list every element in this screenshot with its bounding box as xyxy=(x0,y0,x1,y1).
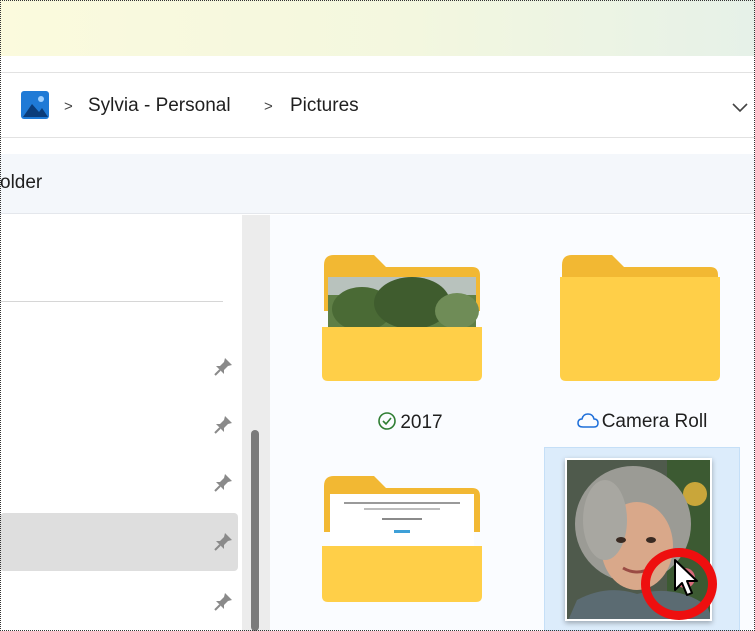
breadcrumb-separator-icon: > xyxy=(64,98,73,115)
folder-tile-camera-roll[interactable]: Camera Roll xyxy=(544,233,740,441)
folder-tile-document[interactable] xyxy=(312,448,508,631)
navigation-pane xyxy=(0,215,248,631)
folder-with-photo-icon xyxy=(322,255,482,381)
folder-with-document-icon xyxy=(322,476,482,602)
nav-item[interactable] xyxy=(0,573,238,631)
pin-icon[interactable] xyxy=(212,414,234,436)
notification-banner xyxy=(0,0,755,56)
chevron-down-icon[interactable] xyxy=(730,101,750,115)
nav-item[interactable] xyxy=(0,338,238,396)
nav-item[interactable] xyxy=(0,454,238,512)
breadcrumb-separator-icon: > xyxy=(264,98,273,115)
new-folder-button[interactable]: older xyxy=(0,172,42,194)
pin-icon[interactable] xyxy=(212,356,234,378)
folder-label: Camera Roll xyxy=(544,411,740,433)
command-bar: older xyxy=(0,154,755,214)
nav-scrollbar-thumb[interactable] xyxy=(251,430,259,631)
breadcrumb-item-pictures[interactable]: Pictures xyxy=(290,95,359,117)
folder-icon xyxy=(560,255,720,381)
pin-icon[interactable] xyxy=(212,472,234,494)
address-bar[interactable]: > Sylvia - Personal > Pictures xyxy=(0,72,755,138)
pictures-library-icon[interactable] xyxy=(20,90,50,120)
pin-icon[interactable] xyxy=(212,531,234,553)
mouse-cursor-icon xyxy=(674,559,698,596)
folder-label: 2017 xyxy=(312,411,508,434)
nav-item[interactable] xyxy=(0,396,238,454)
breadcrumb-item-personal[interactable]: Sylvia - Personal xyxy=(88,95,231,117)
cloud-icon xyxy=(576,413,599,428)
pin-icon[interactable] xyxy=(212,591,234,613)
check-circle-icon xyxy=(378,412,397,430)
folder-tile-2017[interactable]: 2017 xyxy=(312,233,508,441)
nav-item-selected[interactable] xyxy=(0,513,238,571)
nav-divider xyxy=(0,301,223,302)
